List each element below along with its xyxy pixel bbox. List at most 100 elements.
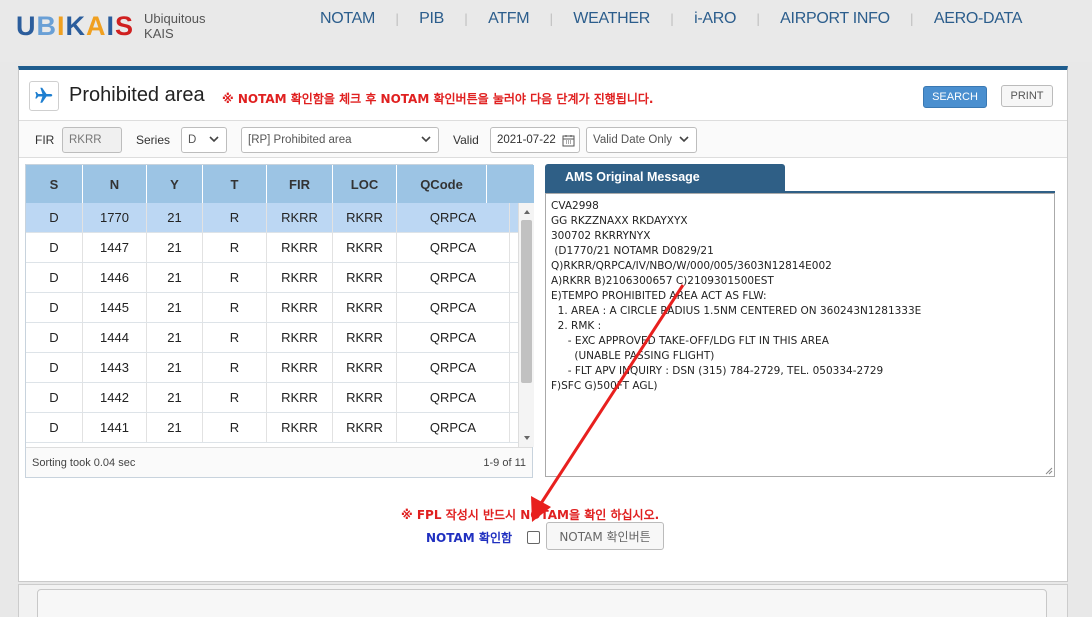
table-row[interactable]: D 1447 21 R RKRR RKRR QRPCA	[26, 233, 518, 263]
logo-text: UBIKAIS	[16, 10, 135, 41]
table-scrollbar[interactable]	[518, 203, 534, 447]
search-button[interactable]: SEARCH	[923, 86, 987, 108]
table-cell-n: 1447	[83, 233, 147, 262]
scroll-down-icon[interactable]	[522, 433, 532, 443]
series-value: D	[188, 134, 197, 146]
column-header-loc[interactable]: LOC	[333, 165, 397, 203]
nav-item-pib[interactable]: PIB	[419, 10, 444, 28]
table-header: S N Y T FIR LOC QCode	[26, 165, 534, 203]
table-cell-t: R	[203, 233, 267, 262]
table-cell-n: 1445	[83, 293, 147, 322]
main-menu: NOTAM | PIB | ATFM | WEATHER | i-ARO | AIRPORT INF…	[320, 10, 1092, 28]
valid-mode-value: Valid Date Only	[593, 134, 673, 146]
table-cell-fir: RKRR	[267, 353, 333, 382]
table-cell-fir: RKRR	[267, 323, 333, 352]
fpl-warning-text: ※ FPL 작성시 반드시 NOTAM을 확인 하십시오.	[401, 508, 660, 522]
resize-handle-icon[interactable]	[1043, 465, 1053, 475]
nav-item-atfm[interactable]: ATFM	[488, 10, 529, 28]
table-cell-s: D	[26, 323, 83, 352]
filter-bar: FIR RKRR Series D [RP] Prohibited area V…	[19, 120, 1067, 158]
table-cell-fir: RKRR	[267, 263, 333, 292]
nav-item-aero-data[interactable]: AERO-DATA	[934, 10, 1023, 28]
table-row[interactable]: D 1446 21 R RKRR RKRR QRPCA	[26, 263, 518, 293]
table-cell-n: 1444	[83, 323, 147, 352]
tab-ams-original-message[interactable]: AMS Original Message	[545, 164, 785, 192]
lower-panel-box	[37, 589, 1047, 617]
calendar-icon[interactable]	[562, 134, 575, 147]
table-cell-loc: RKRR	[333, 323, 397, 352]
scroll-thumb[interactable]	[521, 220, 532, 383]
fir-input[interactable]: RKRR	[62, 127, 122, 153]
table-cell-t: R	[203, 323, 267, 352]
notam-table: S N Y T FIR LOC QCode D 1770 21 R RKRR RKRR QRPCA D 14…	[25, 164, 534, 478]
table-cell-qcode: QRPCA	[397, 263, 510, 292]
area-select[interactable]: [RP] Prohibited area	[241, 127, 439, 153]
column-header-s[interactable]: S	[26, 165, 83, 203]
nav-separator: |	[756, 12, 761, 26]
notam-confirm-checkbox[interactable]	[527, 531, 540, 544]
column-header-t[interactable]: T	[203, 165, 267, 203]
scroll-up-icon[interactable]	[522, 207, 532, 217]
column-header-y[interactable]: Y	[147, 165, 203, 203]
valid-date-value: 2021-07-22	[497, 134, 556, 146]
table-cell-n: 1446	[83, 263, 147, 292]
valid-label: Valid	[453, 133, 479, 147]
sort-time-text: Sorting took 0.04 sec	[32, 457, 136, 469]
table-cell-loc: RKRR	[333, 413, 397, 442]
ubikais-logo[interactable]: UBIKAIS Ubiquitous KAIS	[16, 6, 205, 46]
confirm-warning-text: ※ NOTAM 확인함을 체크 후 NOTAM 확인버튼을 눌러야 다음 단계가…	[222, 92, 654, 106]
table-cell-n: 1770	[83, 203, 147, 232]
fir-label: FIR	[35, 133, 55, 147]
series-label: Series	[136, 133, 171, 147]
page-title: Prohibited area	[69, 84, 205, 106]
pagination-info: 1-9 of 11	[483, 457, 526, 469]
nav-item-notam[interactable]: NOTAM	[320, 10, 375, 28]
table-row[interactable]: D 1444 21 R RKRR RKRR QRPCA	[26, 323, 518, 353]
column-header-spacer	[487, 165, 526, 203]
table-cell-t: R	[203, 353, 267, 382]
table-cell-t: R	[203, 293, 267, 322]
table-cell-s: D	[26, 413, 83, 442]
chevron-down-icon	[679, 136, 689, 143]
table-cell-loc: RKRR	[333, 293, 397, 322]
column-header-n[interactable]: N	[83, 165, 147, 203]
table-row[interactable]: D 1442 21 R RKRR RKRR QRPCA	[26, 383, 518, 413]
column-header-qcode[interactable]: QCode	[397, 165, 487, 203]
logo-subtitle: Ubiquitous KAIS	[144, 11, 206, 41]
nav-separator: |	[909, 12, 914, 26]
table-cell-loc: RKRR	[333, 203, 397, 232]
table-cell-qcode: QRPCA	[397, 383, 510, 412]
nav-item-weather[interactable]: WEATHER	[573, 10, 650, 28]
prohibited-area-panel: Prohibited area ※ NOTAM 확인함을 체크 후 NOTAM …	[18, 66, 1068, 582]
series-select[interactable]: D	[181, 127, 227, 153]
table-row[interactable]: D 1445 21 R RKRR RKRR QRPCA	[26, 293, 518, 323]
print-button[interactable]: PRINT	[1001, 85, 1053, 107]
table-cell-t: R	[203, 413, 267, 442]
table-cell-qcode: QRPCA	[397, 233, 510, 262]
table-cell-qcode: QRPCA	[397, 293, 510, 322]
notam-confirm-button[interactable]: NOTAM 확인버튼	[546, 522, 664, 550]
nav-item-airport-info[interactable]: AIRPORT INFO	[780, 10, 890, 28]
ams-message-textarea[interactable]: CVA2998 GG RKZZNAXX RKDAYXYX 300702 RKRR…	[545, 193, 1055, 477]
column-header-fir[interactable]: FIR	[267, 165, 333, 203]
table-cell-fir: RKRR	[267, 293, 333, 322]
ams-message-text: CVA2998 GG RKZZNAXX RKDAYXYX 300702 RKRR…	[551, 200, 922, 392]
table-row[interactable]: D 1443 21 R RKRR RKRR QRPCA	[26, 353, 518, 383]
table-cell-y: 21	[147, 383, 203, 412]
table-row[interactable]: D 1770 21 R RKRR RKRR QRPCA	[26, 203, 518, 233]
panel-header: Prohibited area ※ NOTAM 확인함을 체크 후 NOTAM …	[27, 80, 1059, 112]
chevron-down-icon	[209, 136, 219, 143]
table-cell-loc: RKRR	[333, 263, 397, 292]
table-cell-y: 21	[147, 353, 203, 382]
airplane-icon	[29, 81, 59, 111]
table-cell-y: 21	[147, 413, 203, 442]
nav-item-i-aro[interactable]: i-ARO	[694, 10, 736, 28]
valid-date-input[interactable]: 2021-07-22	[490, 127, 580, 153]
table-row[interactable]: D 1441 21 R RKRR RKRR QRPCA	[26, 413, 518, 443]
chevron-down-icon	[421, 136, 431, 143]
table-cell-s: D	[26, 383, 83, 412]
table-cell-loc: RKRR	[333, 353, 397, 382]
table-footer: Sorting took 0.04 sec 1-9 of 11	[26, 447, 532, 477]
valid-mode-select[interactable]: Valid Date Only	[586, 127, 697, 153]
table-cell-fir: RKRR	[267, 233, 333, 262]
